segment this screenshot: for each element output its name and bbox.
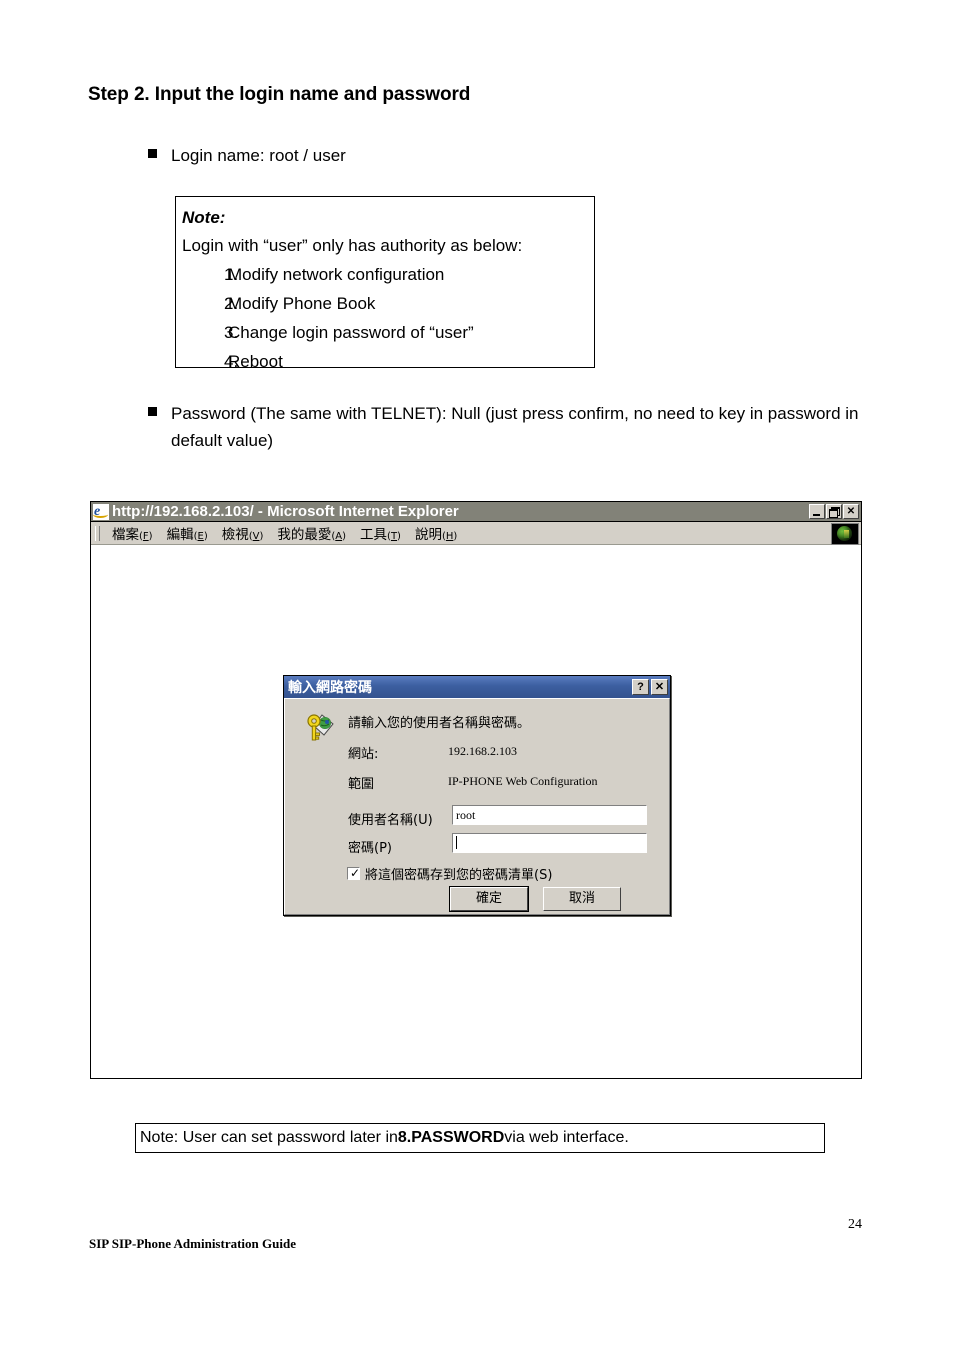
footer-text: SIP SIP-Phone Administration Guide	[89, 1236, 296, 1251]
ok-button[interactable]: 確定	[449, 886, 529, 912]
square-bullet-icon	[148, 407, 157, 416]
browser-menubar: 檔案(F) 編輯(E) 檢視(V) 我的最愛(A) 工具(T) 說明(H)	[91, 522, 861, 545]
list-item: 1. Modify network configuration	[182, 260, 594, 289]
save-password-checkbox-row[interactable]: ✓ 將這個密碼存到您的密碼清單(S)	[347, 864, 552, 883]
menu-item-view-label: 檢視	[221, 527, 249, 543]
save-password-checkbox-label: 將這個密碼存到您的密碼清單(S)	[365, 868, 553, 883]
dialog-title: 輸入網路密碼	[288, 680, 372, 696]
list-item-label: Change login password of “user”	[228, 323, 474, 342]
restore-button[interactable]	[826, 504, 842, 519]
menu-item-file-mnemonic: F	[142, 531, 149, 542]
dialog-window-buttons: ? ✕	[632, 679, 668, 695]
checkmark-icon: ✓	[350, 866, 361, 880]
menu-item-help-label: 說明	[414, 527, 442, 543]
site-label: 網站:	[348, 747, 379, 762]
browser-window-buttons: ✕	[809, 504, 860, 519]
list-item-number: 1.	[224, 265, 239, 284]
bottom-note-prefix: Note: User can set password later in	[140, 1129, 398, 1146]
list-item-label: Modify Phone Book	[228, 294, 376, 313]
help-button[interactable]: ?	[632, 679, 649, 695]
browser-titlebar: e http://192.168.2.103/ - Microsoft Inte…	[91, 502, 861, 522]
close-button[interactable]: ✕	[843, 504, 859, 519]
list-item: 3. Change login password of “user”	[182, 318, 594, 347]
list-item-number: 4.	[224, 352, 239, 371]
list-item: 4. Reboot	[182, 347, 594, 376]
browser-title-text: http://192.168.2.103/ - Microsoft Intern…	[112, 503, 459, 520]
realm-label: 範圍	[348, 777, 375, 792]
username-label: 使用者名稱(U)	[348, 813, 433, 828]
dialog-titlebar: 輸入網路密碼 ? ✕	[284, 676, 670, 698]
note-box-list: 1. Modify network configuration 2. Modif…	[182, 260, 594, 376]
bottom-note-emphasis: 8.PASSWORD	[397, 1129, 505, 1146]
menu-item-file-label: 檔案	[112, 527, 139, 543]
menu-item-edit-label: 編輯	[166, 527, 194, 543]
note-box-lead: Login with “user” only has authority as …	[182, 236, 523, 255]
menu-item-edit-mnemonic: E	[197, 531, 204, 542]
browser-content-area: 輸入網路密碼 ? ✕ 請輸入您的使用者名稱與密碼。 網站: 192.168.2.…	[91, 545, 861, 1077]
menu-item-favorites[interactable]: 我的最愛(A)	[270, 523, 353, 543]
list-item-number: 3.	[224, 323, 239, 342]
bullet-password: Password (The same with TELNET): Null (j…	[148, 400, 868, 454]
ie-globe-logo	[831, 523, 859, 545]
bullet-login-name: Login name: root / user	[148, 142, 748, 169]
list-item: 2. Modify Phone Book	[182, 289, 594, 318]
key-and-globe-icon	[305, 711, 339, 745]
network-password-dialog: 輸入網路密碼 ? ✕ 請輸入您的使用者名稱與密碼。 網站: 192.168.2.…	[283, 675, 671, 916]
list-item-number: 2.	[224, 294, 239, 313]
menu-item-file[interactable]: 檔案(F)	[105, 523, 160, 543]
page-title: Step 2. Input the login name and passwor…	[88, 84, 471, 105]
menu-item-view-mnemonic: V	[252, 531, 260, 542]
username-input[interactable]: root	[452, 805, 647, 825]
menu-item-favorites-mnemonic: A	[335, 531, 343, 542]
note-box-title: Note:	[182, 208, 226, 227]
minimize-button[interactable]	[809, 504, 825, 519]
menu-item-view[interactable]: 檢視(V)	[215, 523, 271, 543]
menu-item-tools-mnemonic: T	[390, 531, 398, 542]
password-input[interactable]	[452, 833, 647, 853]
bottom-note-suffix: via web interface.	[504, 1129, 629, 1146]
password-label: 密碼(P)	[348, 841, 392, 856]
note-box: Note: Login with “user” only has authori…	[175, 196, 595, 371]
menubar-grip[interactable]	[95, 525, 100, 541]
page-number: 24	[848, 1217, 862, 1232]
menu-item-tools-label: 工具	[360, 527, 388, 543]
bullet-login-name-text: Login name: root / user	[171, 146, 346, 165]
internet-explorer-icon: e	[93, 503, 109, 520]
bullet-password-text: Password (The same with TELNET): Null (j…	[171, 404, 859, 450]
list-item-label: Modify network configuration	[228, 265, 445, 284]
menu-item-favorites-label: 我的最愛	[277, 527, 332, 543]
save-password-checkbox[interactable]: ✓	[347, 867, 360, 880]
square-bullet-icon	[148, 149, 157, 158]
browser-window: e http://192.168.2.103/ - Microsoft Inte…	[90, 501, 862, 1079]
menu-item-help[interactable]: 說明(H)	[408, 523, 464, 543]
dialog-prompt: 請輸入您的使用者名稱與密碼。	[348, 716, 531, 731]
site-value: 192.168.2.103	[448, 744, 517, 758]
menu-item-edit[interactable]: 編輯(E)	[160, 523, 215, 543]
menu-item-tools[interactable]: 工具(T)	[353, 523, 408, 543]
list-item-label: Reboot	[228, 352, 283, 371]
close-icon[interactable]: ✕	[651, 679, 668, 695]
bottom-note-box: Note: User can set password later in 8.P…	[135, 1123, 825, 1153]
dialog-body: 請輸入您的使用者名稱與密碼。 網站: 192.168.2.103 範圍 IP-P…	[284, 698, 670, 915]
realm-value: IP-PHONE Web Configuration	[448, 774, 598, 788]
document-page: Step 2. Input the login name and passwor…	[0, 0, 954, 1350]
cancel-button[interactable]: 取消	[543, 887, 621, 911]
menu-item-help-mnemonic: H	[445, 531, 454, 542]
text-caret	[456, 836, 457, 849]
